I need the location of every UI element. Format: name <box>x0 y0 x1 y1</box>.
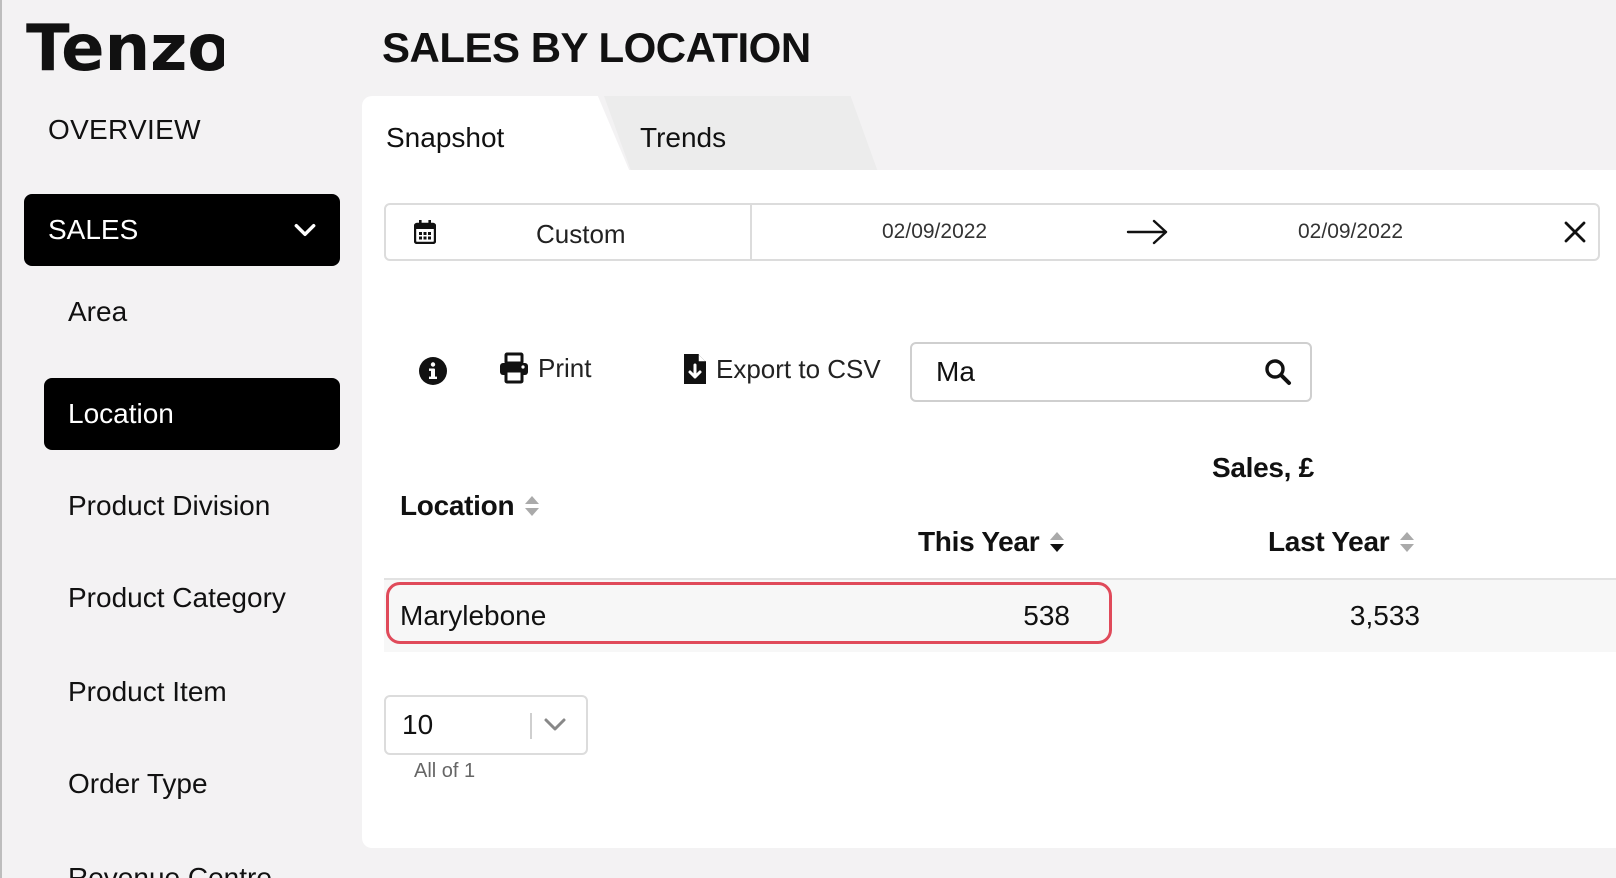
page-count: All of 1 <box>414 760 476 782</box>
date-preset-label[interactable]: Custom <box>536 219 626 250</box>
export-label: Export to CSV <box>716 353 881 384</box>
column-header-this-year-label: This Year <box>918 526 1040 557</box>
sidebar-item-product-category[interactable]: Product Category <box>68 582 286 614</box>
tab-snapshot[interactable]: Snapshot <box>362 96 630 172</box>
search-box[interactable] <box>910 342 1312 402</box>
cell-last-year: 3,533 <box>1349 600 1420 631</box>
column-header-last-year-label: Last Year <box>1268 526 1390 557</box>
info-icon[interactable] <box>418 356 448 386</box>
chevron-down-icon <box>294 223 316 237</box>
column-header-this-year[interactable]: This Year <box>918 526 1065 558</box>
sidebar-item-area[interactable]: Area <box>68 296 127 328</box>
sidebar-item-location[interactable]: Location <box>44 378 340 450</box>
sidebar-item-product-division[interactable]: Product Division <box>68 490 270 522</box>
column-header-location-label: Location <box>400 490 515 521</box>
sort-icon <box>525 496 540 516</box>
print-button[interactable]: Print <box>498 352 591 384</box>
tenzo-logo: Tenzo <box>26 12 224 80</box>
start-date[interactable]: 02/09/2022 <box>882 220 987 244</box>
sales-group-header: Sales, £ <box>1212 452 1314 483</box>
search-icon[interactable] <box>1264 358 1292 386</box>
sort-desc-icon <box>1050 532 1065 552</box>
sort-icon <box>1400 532 1415 552</box>
end-date[interactable]: 02/09/2022 <box>1298 220 1403 244</box>
printer-icon <box>500 352 528 384</box>
nav-sales-label: SALES <box>48 214 139 245</box>
calendar-icon <box>414 220 436 244</box>
export-csv-button[interactable]: Export to CSV <box>682 352 881 386</box>
page-title: SALES BY LOCATION <box>382 24 811 71</box>
date-range-divider <box>750 205 752 259</box>
page-size-separator <box>530 713 532 739</box>
sidebar-item-order-type[interactable]: Order Type <box>68 768 208 800</box>
nav-sales[interactable]: SALES <box>24 194 340 266</box>
tab-trends[interactable]: Trends <box>604 96 878 172</box>
column-header-last-year[interactable]: Last Year <box>1268 526 1415 558</box>
cell-this-year: 538 <box>1023 600 1070 631</box>
sidebar-item-product-item[interactable]: Product Item <box>68 676 227 708</box>
cell-location: Marylebone <box>400 600 547 631</box>
print-label: Print <box>538 352 592 383</box>
page-size-value: 10 <box>402 709 434 740</box>
page-size-select[interactable]: 10 <box>384 695 588 755</box>
window-left-border <box>0 0 2 878</box>
nav-overview[interactable]: OVERVIEW <box>48 114 201 146</box>
close-icon[interactable] <box>1562 219 1588 245</box>
arrow-right-icon <box>1126 219 1168 245</box>
sidebar-item-revenue-centre[interactable]: Revenue Centre <box>68 862 272 878</box>
file-download-icon <box>684 354 706 384</box>
date-range-picker[interactable]: Custom 02/09/2022 02/09/2022 <box>384 203 1600 261</box>
search-input[interactable] <box>936 354 1236 390</box>
chevron-down-icon <box>544 718 566 731</box>
column-header-location[interactable]: Location <box>400 490 540 522</box>
logo-text: Tenzo <box>26 12 224 80</box>
